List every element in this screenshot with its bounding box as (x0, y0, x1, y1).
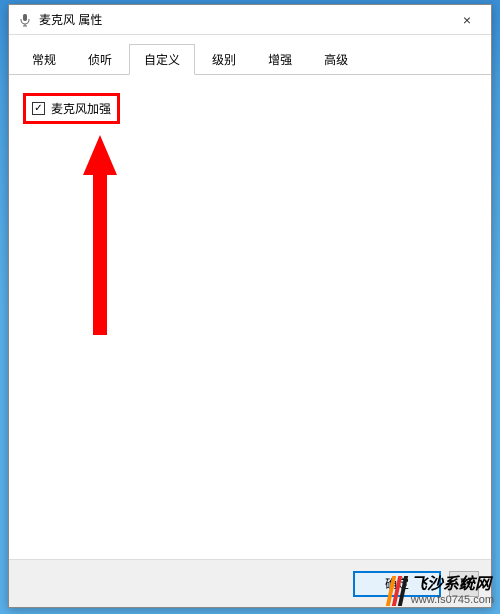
mic-boost-checkbox[interactable]: ✓ (32, 102, 45, 115)
microphone-icon (17, 12, 33, 28)
tab-levels[interactable]: 级别 (197, 44, 251, 75)
tab-custom[interactable]: 自定义 (129, 44, 195, 75)
titlebar: 麦克风 属性 × (9, 5, 491, 35)
tab-listen[interactable]: 侦听 (73, 44, 127, 75)
watermark-text: 飞沙系统网 www.fs0745.com (411, 576, 494, 606)
tab-advanced[interactable]: 高级 (309, 44, 363, 75)
window-title: 麦克风 属性 (39, 11, 445, 28)
watermark: 飞沙系统网 www.fs0745.com (385, 574, 498, 608)
watermark-title: 飞沙系统网 (411, 576, 494, 594)
tab-content: ✓ 麦克风加强 (9, 75, 491, 559)
mic-boost-label: 麦克风加强 (51, 100, 111, 117)
annotation-arrow-icon (83, 135, 117, 335)
mic-boost-row: ✓ 麦克风加强 (23, 93, 120, 124)
close-button[interactable]: × (445, 6, 489, 34)
tab-enhancements[interactable]: 增强 (253, 44, 307, 75)
tab-bar: 常规 侦听 自定义 级别 增强 高级 (9, 35, 491, 75)
watermark-url: www.fs0745.com (411, 594, 494, 606)
properties-dialog: 麦克风 属性 × 常规 侦听 自定义 级别 增强 高级 ✓ 麦克风加强 确定 取 (8, 4, 492, 608)
tab-general[interactable]: 常规 (17, 44, 71, 75)
watermark-logo-icon (389, 576, 405, 606)
